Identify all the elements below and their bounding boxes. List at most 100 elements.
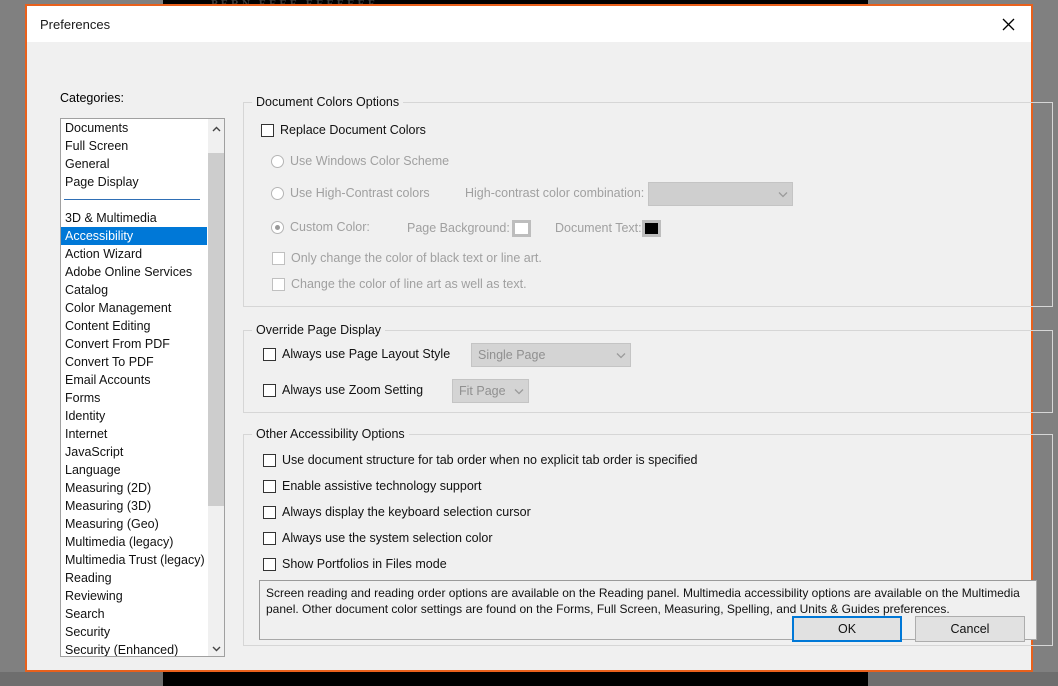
change-line-art-row: Change the color of line art as well as …	[272, 277, 527, 291]
document-text-swatch	[642, 220, 661, 237]
only-change-black-text-checkbox	[272, 251, 285, 265]
document-text-color	[645, 223, 658, 234]
only-change-black-text-label: Only change the color of black text or l…	[291, 251, 542, 265]
category-item-measuring-2d[interactable]: Measuring (2D)	[61, 479, 207, 497]
category-item-language[interactable]: Language	[61, 461, 207, 479]
category-item-general[interactable]: General	[61, 155, 207, 173]
category-item-multimedia-trust-legacy[interactable]: Multimedia Trust (legacy)	[61, 551, 207, 569]
category-item-email-accounts[interactable]: Email Accounts	[61, 371, 207, 389]
categories-label: Categories:	[60, 91, 124, 105]
custom-color-row: Custom Color:	[271, 220, 370, 234]
override-page-display-group: Override Page Display Always use Page La…	[243, 323, 1053, 413]
document-text-label: Document Text:	[555, 221, 642, 235]
ok-button[interactable]: OK	[792, 616, 902, 642]
page-layout-value: Single Page	[478, 348, 546, 362]
category-item-convert-from-pdf[interactable]: Convert From PDF	[61, 335, 207, 353]
other-accessibility-option-row[interactable]: Always use the system selection color	[263, 531, 493, 545]
category-item-catalog[interactable]: Catalog	[61, 281, 207, 299]
other-accessibility-option-label: Always use the system selection color	[282, 531, 493, 545]
document-colors-group: Document Colors Options Replace Document…	[243, 95, 1053, 307]
use-high-contrast-colors-radio	[271, 186, 284, 200]
other-accessibility-option-label: Enable assistive technology support	[282, 479, 482, 493]
page-background-label: Page Background:	[407, 221, 510, 235]
scroll-up-button[interactable]	[208, 119, 224, 137]
category-item-javascript[interactable]: JavaScript	[61, 443, 207, 461]
other-accessibility-option-label: Use document structure for tab order whe…	[282, 453, 698, 467]
preferences-dialog: Preferences Categories: Documents Full Sc…	[25, 4, 1053, 672]
cancel-button[interactable]: Cancel	[915, 616, 1025, 642]
scrollbar-thumb[interactable]	[208, 153, 224, 506]
always-use-page-layout-label: Always use Page Layout Style	[282, 347, 451, 361]
dialog-title: Preferences	[40, 16, 111, 32]
override-page-display-legend: Override Page Display	[252, 323, 386, 337]
replace-document-colors-checkbox[interactable]	[261, 123, 274, 137]
category-item-color-management[interactable]: Color Management	[61, 299, 207, 317]
zoom-setting-value: Fit Page	[459, 384, 506, 398]
category-item-page-display[interactable]: Page Display	[61, 173, 207, 191]
category-separator	[61, 191, 207, 209]
other-accessibility-option-label: Show Portfolios in Files mode	[282, 557, 447, 571]
category-item-measuring-geo[interactable]: Measuring (Geo)	[61, 515, 207, 533]
category-item-identity[interactable]: Identity	[61, 407, 207, 425]
other-accessibility-option-checkbox[interactable]	[263, 557, 276, 571]
only-change-black-text-row: Only change the color of black text or l…	[272, 251, 542, 265]
category-item-multimedia-legacy[interactable]: Multimedia (legacy)	[61, 533, 207, 551]
chevron-down-icon	[612, 344, 630, 366]
category-item-reviewing[interactable]: Reviewing	[61, 587, 207, 605]
custom-color-label: Custom Color:	[290, 220, 370, 234]
category-item-adobe-online-services[interactable]: Adobe Online Services	[61, 263, 207, 281]
replace-document-colors-label: Replace Document Colors	[280, 123, 426, 137]
chevron-down-icon	[510, 380, 528, 402]
use-windows-color-scheme-row: Use Windows Color Scheme	[271, 154, 449, 168]
use-windows-color-scheme-radio	[271, 154, 284, 168]
change-line-art-label: Change the color of line art as well as …	[291, 277, 527, 291]
other-accessibility-option-row[interactable]: Enable assistive technology support	[263, 479, 481, 493]
replace-document-colors-row[interactable]: Replace Document Colors	[261, 123, 426, 137]
document-colors-legend: Document Colors Options	[252, 95, 404, 109]
always-use-zoom-label: Always use Zoom Setting	[282, 383, 424, 397]
category-item-measuring-3d[interactable]: Measuring (3D)	[61, 497, 207, 515]
category-item-reading[interactable]: Reading	[61, 569, 207, 587]
always-use-zoom-row[interactable]: Always use Zoom Setting	[263, 383, 423, 397]
other-accessibility-option-label: Always display the keyboard selection cu…	[282, 505, 531, 519]
category-item-3d-multimedia[interactable]: 3D & Multimedia	[61, 209, 207, 227]
ok-button-label: OK	[837, 622, 857, 636]
other-accessibility-option-row[interactable]: Use document structure for tab order whe…	[263, 453, 698, 467]
zoom-setting-select: Fit Page	[452, 379, 529, 403]
always-use-page-layout-checkbox[interactable]	[263, 347, 276, 361]
category-item-convert-to-pdf[interactable]: Convert To PDF	[61, 353, 207, 371]
other-accessibility-option-checkbox[interactable]	[263, 505, 276, 519]
dialog-body: Categories: Documents Full Screen General P…	[27, 42, 1053, 670]
background-desktop-left	[0, 672, 163, 686]
category-item-forms[interactable]: Forms	[61, 389, 207, 407]
background-desktop-right	[868, 672, 1058, 686]
categories-scrollbar[interactable]	[207, 119, 224, 656]
category-item-internet[interactable]: Internet	[61, 425, 207, 443]
other-accessibility-option-row[interactable]: Show Portfolios in Files mode	[263, 557, 447, 571]
change-line-art-checkbox	[272, 277, 285, 291]
high-contrast-combination-label: High-contrast color combination:	[465, 186, 645, 200]
always-use-zoom-checkbox[interactable]	[263, 383, 276, 397]
category-item-content-editing[interactable]: Content Editing	[61, 317, 207, 335]
other-accessibility-option-checkbox[interactable]	[263, 531, 276, 545]
page-layout-select: Single Page	[471, 343, 631, 367]
other-accessibility-option-checkbox[interactable]	[263, 453, 276, 467]
categories-listbox[interactable]: Documents Full Screen General Page Display 3…	[60, 118, 225, 657]
other-accessibility-option-checkbox[interactable]	[263, 479, 276, 493]
custom-color-radio	[271, 220, 284, 234]
category-item-action-wizard[interactable]: Action Wizard	[61, 245, 207, 263]
use-high-contrast-colors-label: Use High-Contrast colors	[290, 186, 430, 200]
category-item-documents[interactable]: Documents	[61, 119, 207, 137]
category-item-accessibility[interactable]: Accessibility	[61, 227, 207, 245]
category-item-full-screen[interactable]: Full Screen	[61, 137, 207, 155]
close-button[interactable]	[985, 6, 1031, 42]
categories-list[interactable]: Documents Full Screen General Page Display 3…	[61, 119, 207, 656]
always-use-page-layout-row[interactable]: Always use Page Layout Style	[263, 347, 450, 361]
background-app-bottom	[163, 672, 868, 686]
use-high-contrast-colors-row: Use High-Contrast colors	[271, 186, 430, 200]
dialog-titlebar: Preferences	[27, 6, 1031, 42]
cancel-button-label: Cancel	[950, 622, 990, 636]
dialog-footer: OK Cancel	[27, 608, 1031, 670]
chevron-up-icon	[212, 119, 221, 137]
other-accessibility-option-row[interactable]: Always display the keyboard selection cu…	[263, 505, 531, 519]
